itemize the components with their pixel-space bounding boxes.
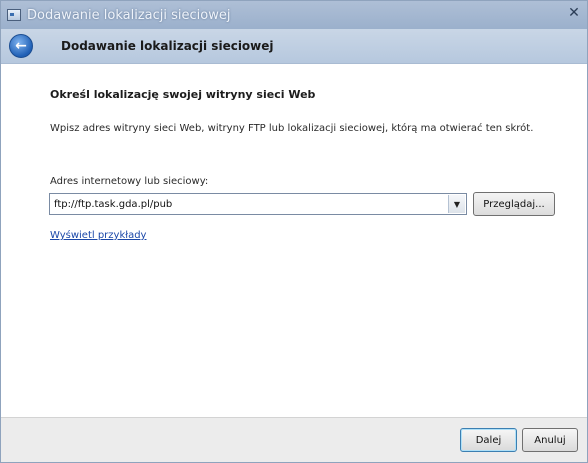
back-button[interactable]: ← [9, 34, 33, 58]
page-heading: Określ lokalizację swojej witryny sieci … [50, 88, 316, 101]
address-input[interactable]: ftp://ftp.task.gda.pl/pub [50, 199, 448, 210]
browse-button[interactable]: Przeglądaj... [473, 192, 555, 216]
address-label: Adres internetowy lub sieciowy: [50, 176, 209, 187]
add-network-location-window: Dodawanie lokalizacji sieciowej ✕ ← Doda… [0, 0, 588, 463]
window-title: Dodawanie lokalizacji sieciowej [27, 7, 231, 23]
wizard-nav-bar: ← Dodawanie lokalizacji sieciowej [1, 29, 587, 64]
window-app-icon [7, 9, 21, 21]
view-examples-link[interactable]: Wyświetl przykłady [50, 230, 146, 241]
next-button[interactable]: Dalej [460, 428, 517, 452]
back-arrow-icon: ← [15, 38, 27, 54]
dropdown-arrow-icon[interactable]: ▼ [448, 195, 465, 213]
wizard-footer: Dalej Anuluj [1, 417, 587, 462]
title-bar[interactable]: Dodawanie lokalizacji sieciowej ✕ [1, 1, 587, 29]
cancel-button[interactable]: Anuluj [522, 428, 578, 452]
close-button[interactable]: ✕ [563, 3, 585, 23]
wizard-title: Dodawanie lokalizacji sieciowej [61, 39, 274, 53]
page-description: Wpisz adres witryny sieci Web, witryny F… [50, 123, 534, 134]
address-combobox[interactable]: ftp://ftp.task.gda.pl/pub ▼ [49, 193, 467, 215]
wizard-content: Określ lokalizację swojej witryny sieci … [1, 64, 587, 418]
